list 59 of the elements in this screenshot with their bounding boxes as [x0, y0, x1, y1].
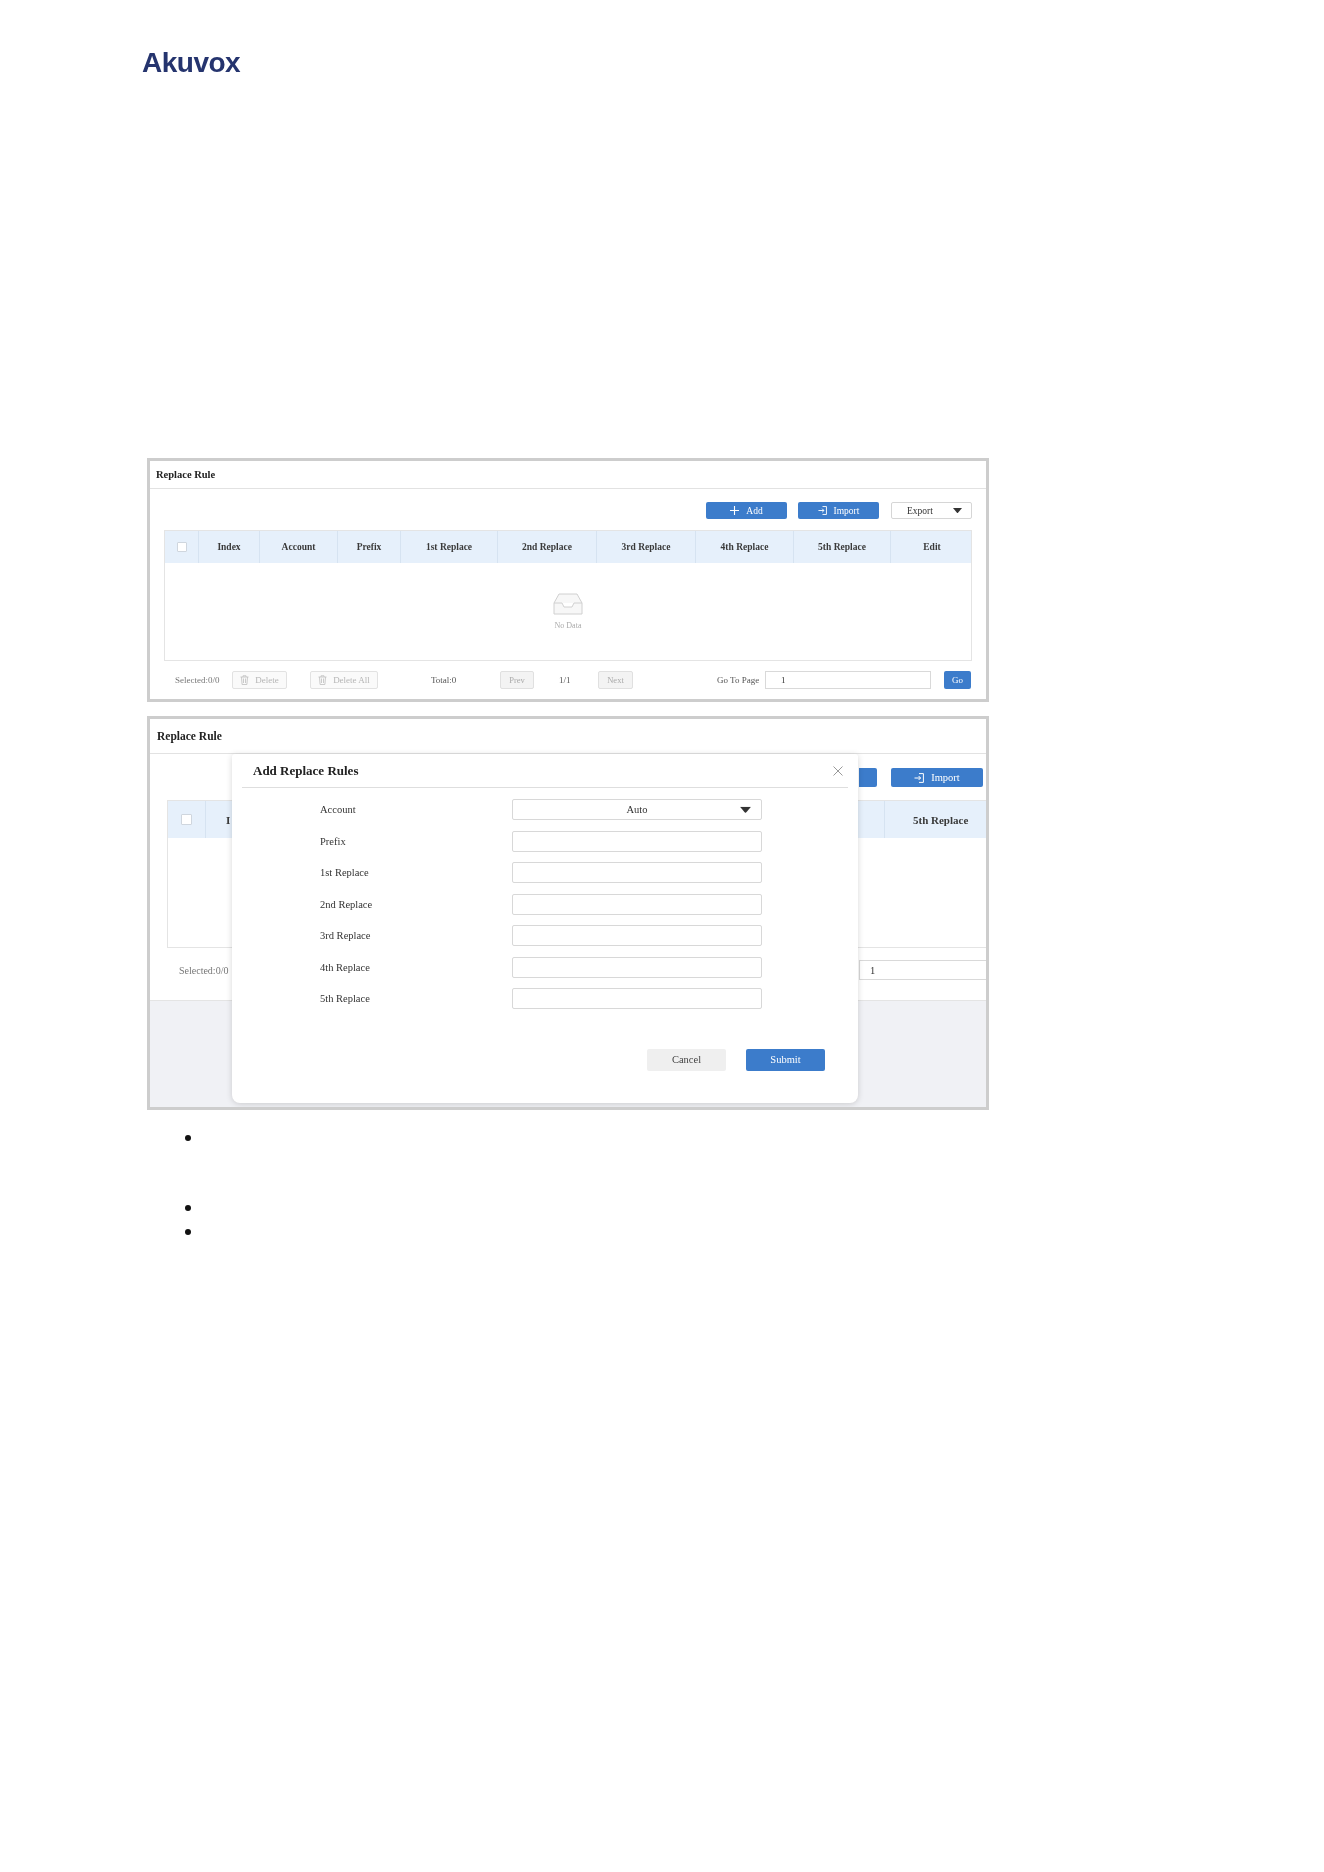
column-header: Account [281, 542, 316, 552]
panel-title: Replace Rule [156, 469, 216, 480]
bullet-icon [185, 1205, 191, 1211]
field-label: 1st Replace [320, 867, 369, 878]
column-header: 1st Replace [425, 542, 473, 552]
caret-icon [952, 507, 962, 514]
import-icon [914, 772, 925, 783]
logo: Akuvox [142, 49, 241, 77]
close-icon[interactable] [833, 765, 843, 776]
cancel-button[interactable]: Cancel [647, 1048, 726, 1071]
input-field[interactable] [512, 830, 762, 852]
empty-state-text: No Data [554, 621, 582, 630]
page-field[interactable]: 1 [765, 671, 931, 689]
checkbox[interactable] [176, 542, 187, 552]
input-field[interactable] [512, 988, 762, 1009]
column-header: Index [217, 542, 241, 552]
input-field[interactable] [512, 862, 762, 883]
empty-tray-icon [553, 593, 583, 615]
page-field[interactable]: 1 [859, 960, 986, 980]
selected-count: Selected:0/0 [179, 964, 229, 976]
total-count: Total:0 [431, 675, 457, 685]
input-field[interactable] [512, 956, 762, 978]
field-label: 2nd Replace [320, 898, 373, 910]
field-label: Account [320, 804, 356, 815]
input-field[interactable] [512, 925, 762, 946]
toolbar-button[interactable] [859, 768, 877, 787]
column-header: Prefix [356, 542, 382, 552]
field-label: 4th Replace [320, 961, 370, 973]
input-field[interactable] [512, 893, 762, 915]
dialog-title: Add Replace Rules [253, 762, 359, 779]
field-label: Prefix [320, 835, 346, 847]
plus-icon [730, 506, 740, 515]
column-header: 3rd Replace [621, 542, 671, 552]
import-button[interactable]: Import [798, 502, 879, 519]
selected-count: Selected:0/0 [175, 675, 220, 685]
panel-title: Replace Rule [157, 730, 222, 742]
column-header: 2nd Replace [522, 542, 572, 552]
export-dropdown[interactable]: Export [891, 502, 972, 519]
go-button[interactable]: Go [944, 671, 971, 689]
field-label: 3rd Replace [320, 930, 371, 941]
trash-icon [318, 675, 328, 685]
column-header: Edit [923, 542, 941, 552]
column-header: I [226, 813, 231, 826]
caret-icon [740, 806, 751, 813]
column-header: 4th Replace [720, 542, 769, 552]
submit-button[interactable]: Submit [746, 1048, 825, 1071]
add-button[interactable]: Add [706, 502, 787, 519]
select-field[interactable]: Auto [512, 799, 762, 820]
page-indicator: 1/1 [559, 675, 571, 685]
trash-icon [240, 675, 250, 685]
bullet-icon [185, 1135, 191, 1141]
go-to-page-label: Go To Page [717, 675, 760, 685]
import-button[interactable]: Import [891, 768, 983, 787]
checkbox[interactable] [181, 814, 192, 825]
import-icon [817, 506, 827, 515]
column-header: 5th Replace [913, 813, 969, 826]
column-header: 5th Replace [818, 542, 866, 552]
field-label: 5th Replace [320, 993, 370, 1004]
bullet-icon [185, 1229, 191, 1235]
